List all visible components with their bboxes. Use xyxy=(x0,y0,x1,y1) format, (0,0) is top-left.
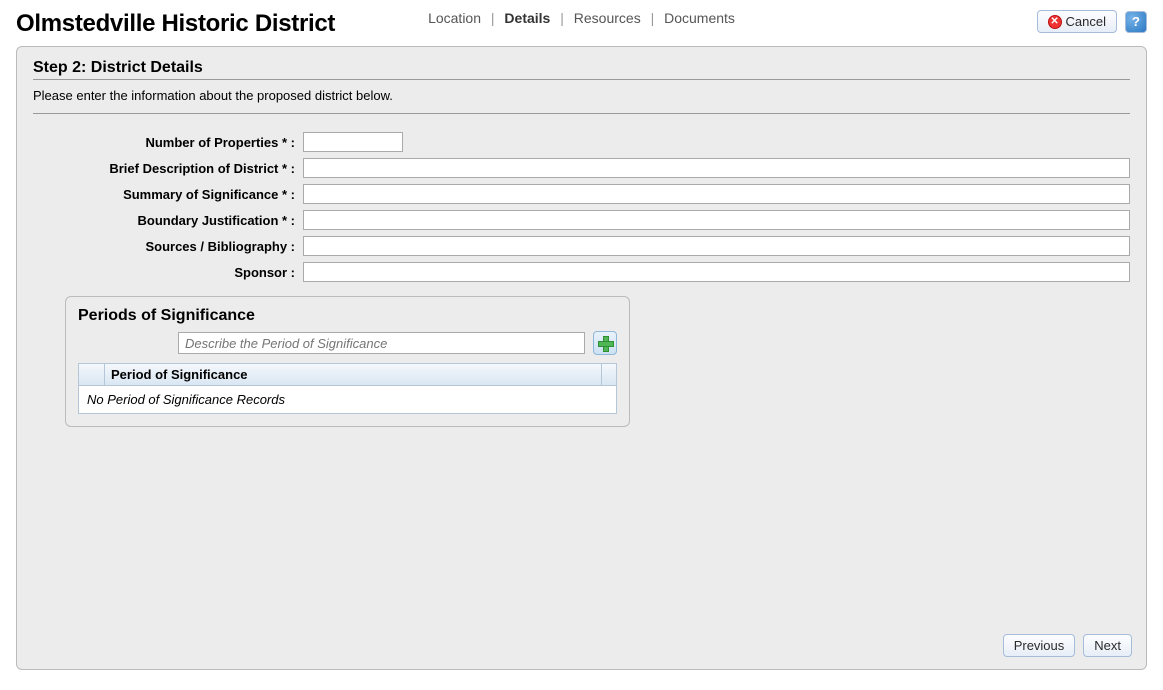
sources-input[interactable] xyxy=(303,236,1130,256)
add-period-button[interactable] xyxy=(593,331,617,355)
field-row-summary-significance: Summary of Significance * : xyxy=(33,184,1130,204)
period-description-input[interactable] xyxy=(178,332,585,354)
boundary-justification-input[interactable] xyxy=(303,210,1130,230)
cancel-button[interactable]: ✕ Cancel xyxy=(1037,10,1117,33)
brief-description-input[interactable] xyxy=(303,158,1130,178)
field-row-sources: Sources / Bibliography : xyxy=(33,236,1130,256)
page-title: Olmstedville Historic District xyxy=(16,10,335,38)
summary-significance-input[interactable] xyxy=(303,184,1130,204)
main-panel: Step 2: District Details Please enter th… xyxy=(16,46,1147,670)
top-actions: ✕ Cancel ? xyxy=(1037,10,1147,33)
sources-label: Sources / Bibliography : xyxy=(33,239,303,254)
boundary-justification-label: Boundary Justification * : xyxy=(33,213,303,228)
sponsor-label: Sponsor : xyxy=(33,265,303,280)
num-properties-label: Number of Properties * : xyxy=(33,135,303,150)
previous-button[interactable]: Previous xyxy=(1003,634,1076,657)
field-row-sponsor: Sponsor : xyxy=(33,262,1130,282)
field-row-brief-description: Brief Description of District * : xyxy=(33,158,1130,178)
panel-footer: Previous Next xyxy=(1003,634,1132,657)
field-row-boundary-justification: Boundary Justification * : xyxy=(33,210,1130,230)
sponsor-input[interactable] xyxy=(303,262,1130,282)
next-button[interactable]: Next xyxy=(1083,634,1132,657)
grid-empty-text: No Period of Significance Records xyxy=(79,386,616,413)
field-row-num-properties: Number of Properties * : xyxy=(33,132,1130,152)
grid-col-blank xyxy=(79,364,105,385)
num-properties-input[interactable] xyxy=(303,132,403,152)
tab-resources[interactable]: Resources xyxy=(574,10,641,26)
tab-details[interactable]: Details xyxy=(504,10,550,26)
tab-documents[interactable]: Documents xyxy=(664,10,735,26)
brief-description-label: Brief Description of District * : xyxy=(33,161,303,176)
periods-grid: Period of Significance No Period of Sign… xyxy=(78,363,617,414)
tab-bar: Location | Details | Resources | Documen… xyxy=(428,10,735,26)
plus-icon xyxy=(598,336,612,350)
grid-col-end xyxy=(602,364,616,385)
help-button[interactable]: ? xyxy=(1125,11,1147,33)
instructions: Please enter the information about the p… xyxy=(33,88,1130,114)
periods-title: Periods of Significance xyxy=(78,307,617,325)
close-icon: ✕ xyxy=(1048,15,1062,29)
grid-col-period: Period of Significance xyxy=(105,364,602,385)
tab-location[interactable]: Location xyxy=(428,10,481,26)
page-header: Olmstedville Historic District Location … xyxy=(16,10,1147,38)
help-icon: ? xyxy=(1132,14,1140,29)
periods-input-row xyxy=(78,331,617,355)
summary-significance-label: Summary of Significance * : xyxy=(33,187,303,202)
step-title: Step 2: District Details xyxy=(33,59,1130,80)
cancel-label: Cancel xyxy=(1066,14,1106,29)
periods-panel: Periods of Significance Period of Signif… xyxy=(65,296,630,427)
grid-header: Period of Significance xyxy=(79,364,616,386)
